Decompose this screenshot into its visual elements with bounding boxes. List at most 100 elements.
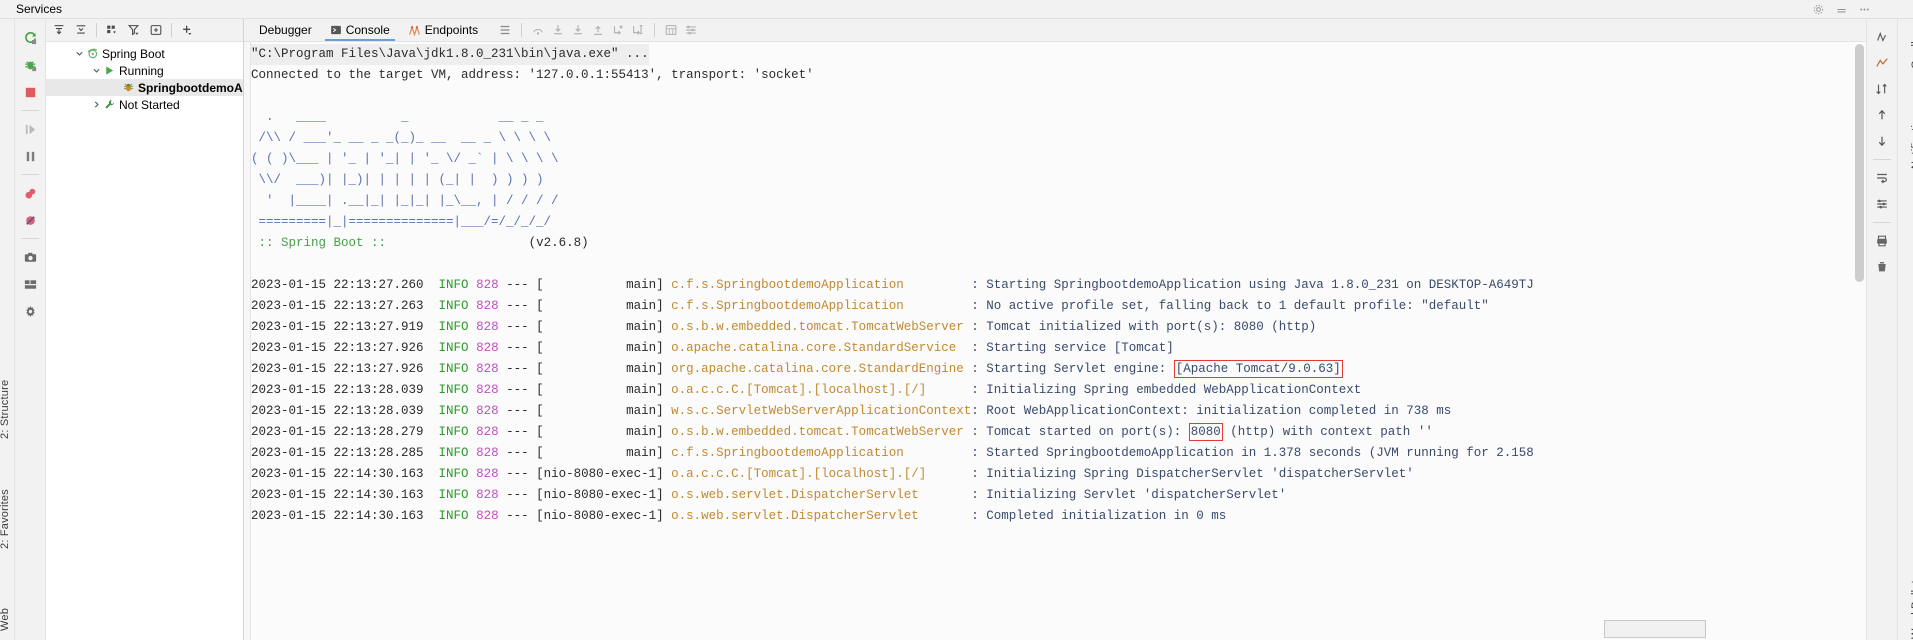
- console-command-line: "C:\Program Files\Java\jdk1.8.0_231\bin\…: [251, 44, 649, 65]
- filter-lines-icon[interactable]: [1869, 192, 1895, 216]
- debug-button[interactable]: [17, 52, 43, 78]
- chevron-down-icon[interactable]: [74, 48, 85, 59]
- toolbar-divider: [96, 23, 97, 37]
- view-breakpoints-button[interactable]: [17, 180, 43, 206]
- tab-label: Debugger: [259, 23, 312, 37]
- settings-gear-icon[interactable]: [1812, 3, 1825, 16]
- rail-label-structure[interactable]: 2: Structure: [0, 380, 11, 439]
- run-debug-toolstrip: [15, 19, 46, 640]
- console-log-line: 2023-01-15 22:13:28.039 INFO 828 --- [ m…: [251, 404, 1452, 418]
- collapse-all-button[interactable]: [71, 21, 91, 40]
- stop-button[interactable]: [17, 79, 43, 105]
- toolbar-divider-2: [654, 23, 656, 37]
- force-step-into-button[interactable]: [568, 21, 588, 39]
- print-icon[interactable]: [1869, 229, 1895, 253]
- group-by-button[interactable]: [102, 21, 122, 40]
- trash-icon[interactable]: [1869, 255, 1895, 279]
- frames-view-button[interactable]: [495, 21, 515, 39]
- tab-label: Endpoints: [424, 23, 479, 37]
- tool-window-title: Services: [16, 2, 63, 16]
- maven-icon[interactable]: [1869, 25, 1895, 49]
- run-green-icon: [102, 64, 117, 77]
- run-to-cursor-button[interactable]: [628, 21, 648, 39]
- step-out-button[interactable]: [588, 21, 608, 39]
- right-tool-rail: [1866, 19, 1897, 640]
- rail-label-web[interactable]: Web: [0, 608, 11, 631]
- toolbar-divider-2: [171, 23, 172, 37]
- layout-settings-button[interactable]: [17, 271, 43, 297]
- sort-icon[interactable]: [1869, 77, 1895, 101]
- endpoints-icon: [408, 24, 421, 37]
- spring-boot-icon: [85, 47, 100, 60]
- tree-node-label: Spring Boot: [102, 46, 165, 61]
- chevron-right-icon[interactable]: [91, 99, 102, 110]
- highlighted-token: 8080: [1188, 423, 1223, 441]
- settings-button[interactable]: [681, 21, 701, 39]
- step-into-button[interactable]: [548, 21, 568, 39]
- console-bottom-chip[interactable]: [1604, 620, 1706, 638]
- tree-node-running[interactable]: Running: [46, 62, 243, 79]
- tab-console[interactable]: Console: [321, 19, 399, 41]
- wrap-text-icon[interactable]: [1869, 166, 1895, 190]
- highlighted-token: [Apache Tomcat/9.0.63]: [1173, 360, 1343, 378]
- services-tree-panel: Spring Boot Running SpringbootdemoA Not …: [46, 19, 244, 640]
- console-output-area[interactable]: "C:\Program Files\Java\jdk1.8.0_231\bin\…: [244, 42, 1866, 640]
- tree-node-label: Not Started: [119, 97, 180, 112]
- toolbar-divider: [521, 23, 523, 37]
- rail-label-favorites[interactable]: 2: Favorites: [0, 489, 11, 549]
- resume-program-button[interactable]: [17, 116, 43, 142]
- tree-node-spring-boot[interactable]: Spring Boot: [46, 45, 243, 62]
- mute-breakpoints-button[interactable]: [17, 207, 43, 233]
- console-panel: Debugger Console Endpoints "C:\Program F…: [244, 19, 1866, 640]
- console-log-line: 2023-01-15 22:13:28.039 INFO 828 --- [ m…: [251, 383, 1362, 397]
- screenshot-button[interactable]: [17, 244, 43, 270]
- rerun-button[interactable]: [17, 25, 43, 51]
- far-right-rail: Gradle Notifications Word Bullets: [1897, 19, 1913, 640]
- tab-label: Console: [345, 23, 390, 37]
- tree-node-not-started[interactable]: Not Started: [46, 96, 243, 113]
- debug-bug-icon: [121, 81, 136, 94]
- console-gutter: [244, 42, 251, 640]
- console-log-text[interactable]: "C:\Program Files\Java\jdk1.8.0_231\bin\…: [251, 42, 1852, 640]
- console-log-line: 2023-01-15 22:13:28.279 INFO 828 --- [ m…: [251, 423, 1433, 441]
- services-tree-toolbar: [46, 19, 243, 42]
- settings-button[interactable]: [17, 298, 43, 324]
- add-service-button[interactable]: [177, 21, 197, 40]
- title-bar-actions: [1812, 0, 1871, 18]
- console-vertical-scrollbar[interactable]: [1853, 42, 1866, 640]
- expand-all-button[interactable]: [49, 21, 69, 40]
- chart-icon[interactable]: [1869, 51, 1895, 75]
- toolstrip-divider: [21, 110, 39, 111]
- arrow-up-icon[interactable]: [1869, 103, 1895, 127]
- services-tool-window: Services Web 2: Favorites 2: Structure S…: [0, 0, 1913, 640]
- tab-debugger[interactable]: Debugger: [250, 19, 321, 41]
- left-tool-rail: Web 2: Favorites 2: Structure: [0, 19, 15, 640]
- tree-node-label: Running: [119, 63, 164, 78]
- services-tree[interactable]: Spring Boot Running SpringbootdemoA Not …: [46, 42, 243, 640]
- tree-node-label: SpringbootdemoApplication: [138, 80, 243, 95]
- console-log-line: 2023-01-15 22:13:27.926 INFO 828 --- [ m…: [251, 341, 1174, 355]
- tab-endpoints[interactable]: Endpoints: [399, 19, 487, 41]
- pause-program-button[interactable]: [17, 143, 43, 169]
- drop-frame-button[interactable]: [608, 21, 628, 39]
- chevron-down-icon[interactable]: [91, 65, 102, 76]
- scrollbar-thumb[interactable]: [1855, 44, 1864, 282]
- right-rail-divider: [1873, 159, 1891, 160]
- hide-icon[interactable]: [1835, 3, 1848, 16]
- toolstrip-divider-2: [21, 174, 39, 175]
- evaluate-expression-button[interactable]: [661, 21, 681, 39]
- console-log-line: 2023-01-15 22:14:30.163 INFO 828 --- [ni…: [251, 509, 1227, 523]
- tree-node-springbootdemoapplication[interactable]: SpringbootdemoApplication: [46, 79, 243, 96]
- step-over-button[interactable]: [528, 21, 548, 39]
- console-log-line: 2023-01-15 22:13:27.260 INFO 828 --- [ m…: [251, 278, 1534, 292]
- console-log-line: 2023-01-15 22:13:28.285 INFO 828 --- [ m…: [251, 446, 1534, 460]
- arrow-down-icon[interactable]: [1869, 129, 1895, 153]
- filter-button[interactable]: [124, 21, 144, 40]
- console-tab-bar: Debugger Console Endpoints: [244, 19, 1866, 42]
- console-log-line: 2023-01-15 22:13:27.263 INFO 828 --- [ m…: [251, 299, 1489, 313]
- title-bar: Services: [0, 0, 1913, 19]
- more-icon[interactable]: [1858, 3, 1871, 16]
- toolstrip-divider-3: [21, 238, 39, 239]
- show-in-new-tab-button[interactable]: [146, 21, 166, 40]
